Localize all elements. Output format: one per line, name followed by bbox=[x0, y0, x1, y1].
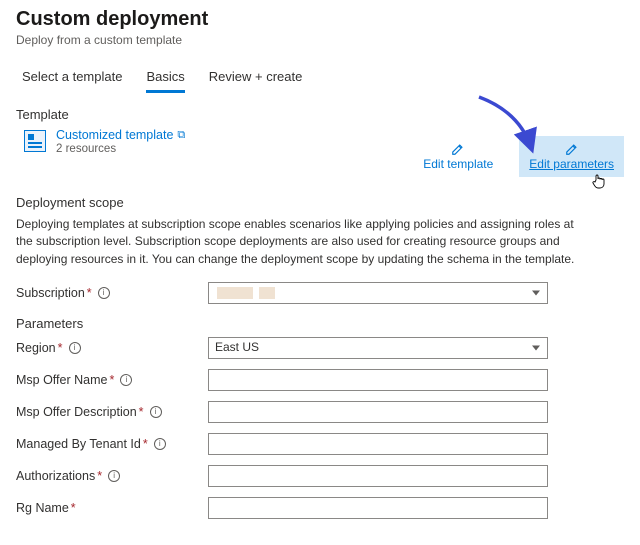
required-mark: * bbox=[87, 286, 92, 300]
template-resource-count: 2 resources bbox=[56, 143, 185, 155]
required-mark: * bbox=[143, 437, 148, 451]
template-summary: Customized template ⧉ 2 resources bbox=[16, 128, 185, 155]
hand-cursor-icon bbox=[592, 173, 606, 189]
msp-offer-description-label: Msp Offer Description bbox=[16, 405, 137, 419]
tab-review-create[interactable]: Review + create bbox=[209, 65, 303, 93]
pencil-icon bbox=[451, 142, 465, 156]
rg-name-input[interactable] bbox=[208, 497, 548, 519]
region-select[interactable]: East US bbox=[208, 337, 548, 359]
template-row: Customized template ⧉ 2 resources Edit t… bbox=[16, 128, 624, 177]
required-mark: * bbox=[109, 373, 114, 387]
subscription-label: Subscription bbox=[16, 286, 85, 300]
field-authorizations: Authorizations * i bbox=[16, 465, 624, 487]
info-icon[interactable]: i bbox=[120, 374, 132, 386]
subscription-value-redacted bbox=[215, 285, 525, 301]
managed-by-tenant-id-label: Managed By Tenant Id bbox=[16, 437, 141, 451]
edit-parameters-button[interactable]: Edit parameters bbox=[519, 136, 624, 177]
msp-offer-name-input[interactable] bbox=[208, 369, 548, 391]
section-parameters-heading: Parameters bbox=[16, 316, 624, 331]
info-icon[interactable]: i bbox=[150, 406, 162, 418]
section-template-heading: Template bbox=[16, 107, 624, 122]
tab-bar: Select a template Basics Review + create bbox=[16, 65, 624, 93]
authorizations-label: Authorizations bbox=[16, 469, 95, 483]
field-rg-name: Rg Name * bbox=[16, 497, 624, 519]
field-subscription: Subscription * i bbox=[16, 282, 624, 304]
external-link-icon: ⧉ bbox=[177, 129, 185, 142]
region-label: Region bbox=[16, 341, 56, 355]
info-icon[interactable]: i bbox=[69, 342, 81, 354]
rg-name-label: Rg Name bbox=[16, 501, 69, 515]
info-icon[interactable]: i bbox=[98, 287, 110, 299]
page-title: Custom deployment bbox=[16, 8, 624, 31]
msp-offer-name-label: Msp Offer Name bbox=[16, 373, 107, 387]
tab-basics[interactable]: Basics bbox=[146, 65, 184, 93]
msp-offer-description-input[interactable] bbox=[208, 401, 548, 423]
required-mark: * bbox=[58, 341, 63, 355]
field-region: Region * i East US bbox=[16, 337, 624, 359]
subscription-select[interactable] bbox=[208, 282, 548, 304]
managed-by-tenant-id-input[interactable] bbox=[208, 433, 548, 455]
pencil-icon bbox=[565, 142, 579, 156]
edit-parameters-label: Edit parameters bbox=[529, 157, 614, 171]
authorizations-input[interactable] bbox=[208, 465, 548, 487]
field-msp-offer-name: Msp Offer Name * i bbox=[16, 369, 624, 391]
field-managed-by-tenant-id: Managed By Tenant Id * i bbox=[16, 433, 624, 455]
customized-template-link[interactable]: Customized template ⧉ bbox=[56, 128, 185, 142]
info-icon[interactable]: i bbox=[108, 470, 120, 482]
template-icon bbox=[24, 130, 46, 152]
field-msp-offer-description: Msp Offer Description * i bbox=[16, 401, 624, 423]
tab-select-template[interactable]: Select a template bbox=[22, 65, 122, 93]
page-subtitle: Deploy from a custom template bbox=[16, 33, 624, 47]
region-value: East US bbox=[215, 340, 259, 354]
scope-description: Deploying templates at subscription scop… bbox=[16, 216, 586, 268]
info-icon[interactable]: i bbox=[154, 438, 166, 450]
edit-template-button[interactable]: Edit template bbox=[413, 136, 503, 177]
section-scope-heading: Deployment scope bbox=[16, 195, 624, 210]
required-mark: * bbox=[97, 469, 102, 483]
edit-button-group: Edit template Edit parameters bbox=[413, 128, 624, 177]
required-mark: * bbox=[71, 501, 76, 515]
required-mark: * bbox=[139, 405, 144, 419]
edit-template-label: Edit template bbox=[423, 157, 493, 171]
customized-template-link-label: Customized template bbox=[56, 128, 173, 142]
